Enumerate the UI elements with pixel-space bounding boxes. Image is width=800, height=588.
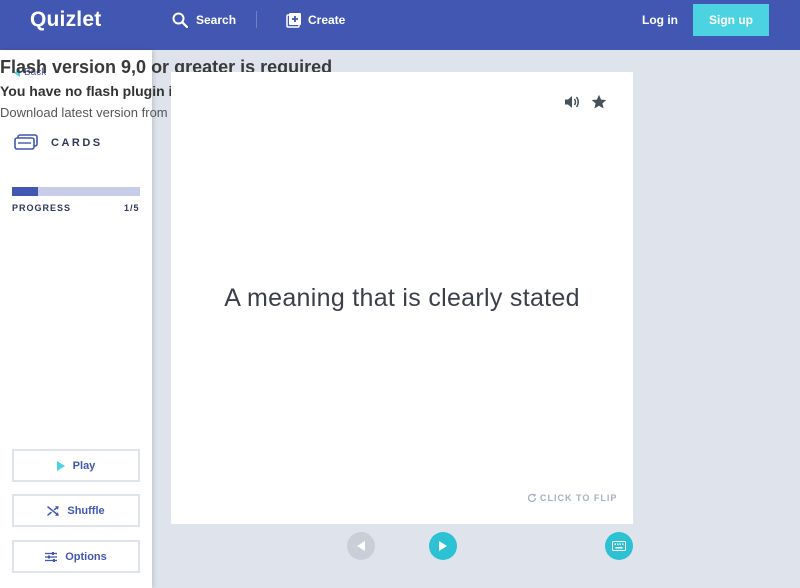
chevron-left-icon — [357, 541, 365, 551]
play-button[interactable]: Play — [12, 449, 140, 482]
login-link[interactable]: Log in — [642, 13, 678, 27]
flip-button[interactable]: CLICK TO FLIP — [527, 493, 617, 503]
previous-card-button[interactable] — [347, 532, 375, 560]
signup-button[interactable]: Sign up — [693, 4, 769, 36]
progress-fill — [12, 187, 38, 196]
progress-label: PROGRESS — [12, 203, 72, 213]
create-icon — [286, 12, 302, 28]
sliders-icon — [45, 551, 58, 563]
star-icon[interactable] — [591, 94, 607, 115]
nav-divider — [256, 11, 257, 28]
top-bar: Quizlet Search Create Log in Sign up — [0, 0, 800, 50]
sidebar: Back CARDS PROGRESS 1/5 Play Shuffle Opt… — [0, 50, 152, 588]
create-label: Create — [308, 13, 346, 27]
flashcard[interactable]: A meaning that is clearly stated CLICK T… — [171, 72, 633, 524]
next-card-button[interactable] — [429, 532, 457, 560]
search-label: Search — [196, 13, 237, 27]
refresh-icon — [527, 493, 537, 503]
keyboard-shortcuts-button[interactable] — [605, 532, 633, 560]
search-button[interactable]: Search — [172, 10, 236, 30]
create-button[interactable]: Create — [286, 10, 345, 30]
quizlet-logo[interactable]: Quizlet — [30, 8, 101, 32]
flip-label: CLICK TO FLIP — [540, 493, 618, 503]
play-icon — [56, 460, 65, 471]
card-term: A meaning that is clearly stated — [224, 284, 580, 312]
study-mode-header: CARDS — [14, 134, 103, 151]
speaker-icon[interactable] — [564, 94, 580, 115]
cards-icon — [14, 134, 38, 151]
chevron-right-icon — [439, 541, 447, 551]
study-mode-label: CARDS — [51, 136, 103, 149]
keyboard-icon — [612, 541, 626, 551]
progress-count: 1/5 — [124, 203, 140, 213]
play-label: Play — [72, 459, 96, 472]
options-label: Options — [65, 550, 107, 563]
shuffle-icon — [47, 505, 60, 517]
search-icon — [172, 12, 188, 28]
shuffle-button[interactable]: Shuffle — [12, 494, 140, 527]
progress-bar — [12, 187, 140, 196]
shuffle-label: Shuffle — [67, 504, 105, 517]
options-button[interactable]: Options — [12, 540, 140, 573]
flash-download-label: Download latest version from — [0, 105, 168, 120]
